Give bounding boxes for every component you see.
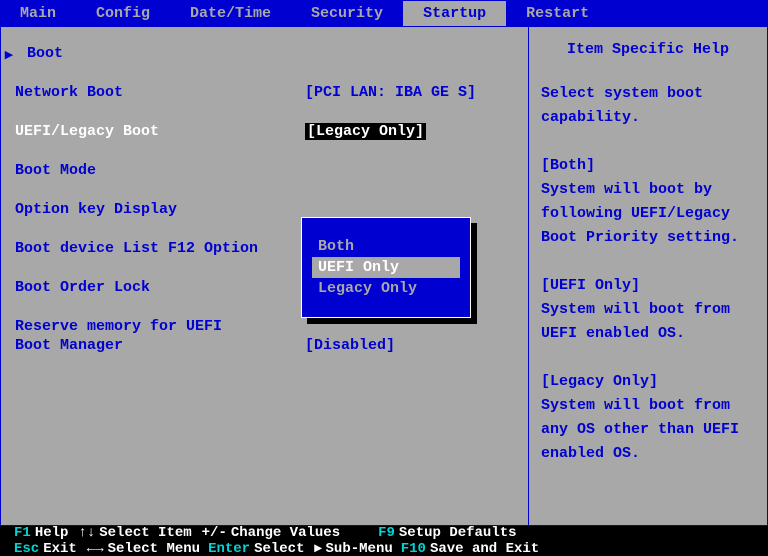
row-reserve-line2[interactable]: Boot Manager [Disabled] <box>15 337 514 354</box>
menu-tabbar: Main Config Date/Time Security Startup R… <box>0 0 768 26</box>
lbl-select: Select <box>254 542 304 556</box>
help-title: Item Specific Help <box>541 41 755 58</box>
label-order-lock: Boot Order Lock <box>15 279 305 296</box>
key-f9: F9 <box>378 526 395 540</box>
dropdown-uefi-legacy[interactable]: Both UEFI Only Legacy Only <box>301 217 471 318</box>
label-reserve2: Boot Manager <box>15 337 305 354</box>
lbl-change-values: Change Values <box>231 526 340 540</box>
label-boot-mode: Boot Mode <box>15 162 305 179</box>
lbl-submenu: Sub-Menu <box>326 542 393 556</box>
section-boot[interactable]: ▸ Boot <box>15 45 514 62</box>
row-uefi-legacy[interactable]: UEFI/Legacy Boot [Legacy Only] <box>15 123 514 140</box>
footer-bar: F1 Help ↑↓ Select Item +/- Change Values… <box>0 526 768 556</box>
tab-config[interactable]: Config <box>76 1 170 26</box>
arrows-updown-icon: ↑↓ <box>78 526 95 540</box>
key-f1: F1 <box>14 526 31 540</box>
tab-startup[interactable]: Startup <box>403 1 506 26</box>
settings-panel: ▸ Boot Network Boot [PCI LAN: IBA GE S] … <box>1 27 529 525</box>
key-esc: Esc <box>14 542 39 556</box>
label-option-key: Option key Display <box>15 201 305 218</box>
arrows-leftright-icon: ←→ <box>87 542 104 556</box>
dropdown-option-legacy-only[interactable]: Legacy Only <box>312 278 460 299</box>
dropdown-option-uefi-only[interactable]: UEFI Only <box>312 257 460 278</box>
value-network-boot: [PCI LAN: IBA GE S] <box>305 84 514 101</box>
label-f12: Boot device List F12 Option <box>15 240 305 257</box>
row-boot-mode[interactable]: Boot Mode <box>15 162 514 179</box>
tab-restart[interactable]: Restart <box>506 1 609 26</box>
help-body: Select system boot capability. [Both]Sys… <box>541 82 755 466</box>
submenu-arrow-icon: ▸ <box>315 542 322 556</box>
help-panel: Item Specific Help Select system boot ca… <box>529 27 767 525</box>
label-uefi-legacy: UEFI/Legacy Boot <box>15 123 305 140</box>
key-f10: F10 <box>401 542 426 556</box>
lbl-exit: Exit <box>43 542 77 556</box>
lbl-setup-defaults: Setup Defaults <box>399 526 517 540</box>
section-label: Boot <box>15 45 305 62</box>
plus-minus-icon: +/- <box>202 526 227 540</box>
tab-datetime[interactable]: Date/Time <box>170 1 291 26</box>
tab-security[interactable]: Security <box>291 1 403 26</box>
row-network-boot[interactable]: Network Boot [PCI LAN: IBA GE S] <box>15 84 514 101</box>
lbl-select-item: Select Item <box>99 526 191 540</box>
row-reserve-line1[interactable]: Reserve memory for UEFI <box>15 318 514 335</box>
tab-main[interactable]: Main <box>0 1 76 26</box>
value-uefi-legacy: [Legacy Only] <box>305 123 426 140</box>
key-enter: Enter <box>208 542 250 556</box>
label-network-boot: Network Boot <box>15 84 305 101</box>
value-reserve: [Disabled] <box>305 337 514 354</box>
main-area: ▸ Boot Network Boot [PCI LAN: IBA GE S] … <box>0 26 768 526</box>
lbl-select-menu: Select Menu <box>108 542 200 556</box>
dropdown-option-both[interactable]: Both <box>312 236 460 257</box>
label-reserve1: Reserve memory for UEFI <box>15 318 305 335</box>
row-option-key[interactable]: Option key Display <box>15 201 514 218</box>
lbl-save-exit: Save and Exit <box>430 542 539 556</box>
lbl-help: Help <box>35 526 69 540</box>
pointer-icon: ▸ <box>5 45 13 64</box>
